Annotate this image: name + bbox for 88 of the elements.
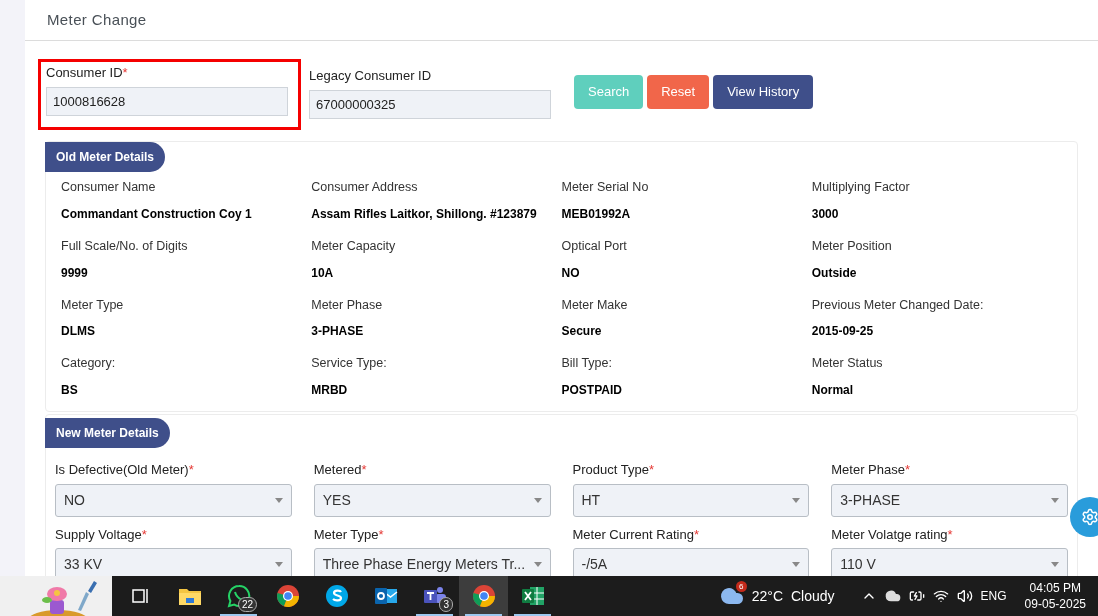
detail-label: Previous Meter Changed Date: <box>811 296 985 314</box>
folder-icon <box>177 586 202 606</box>
browser-icon <box>471 584 496 608</box>
chat-bubble-icon <box>226 584 251 608</box>
weather-temperature: 22°C <box>751 586 783 606</box>
detail-value: Normal <box>811 382 855 399</box>
text-field[interactable]: 67000000325 <box>309 89 551 119</box>
detail-label: Service Type: <box>311 355 388 373</box>
detail-value: 10A <box>311 264 335 282</box>
detail-value: MRBD <box>311 382 349 399</box>
detail-label: Meter Make <box>561 296 629 314</box>
speaker-icon[interactable] <box>956 588 973 604</box>
field-label: Product Type* <box>572 461 655 479</box>
detail-label: Category: <box>61 355 117 373</box>
taskbar-app[interactable] <box>459 576 508 616</box>
detail-value: 3000 <box>811 205 840 223</box>
detail-value: POSTPAID <box>561 382 623 399</box>
caret-icon <box>792 497 801 503</box>
detail-label: Consumer Name <box>61 179 157 196</box>
settings-button[interactable] <box>1070 497 1098 537</box>
select-field[interactable]: HT <box>572 483 810 517</box>
field-label: Meter Volatge rating* <box>831 525 954 544</box>
caret-icon <box>274 497 283 503</box>
select-field[interactable]: YES <box>313 483 551 517</box>
gear-icon <box>1081 508 1098 526</box>
caret-icon <box>792 562 801 567</box>
notification-badge: 6 <box>735 581 747 592</box>
select-field[interactable]: NO <box>55 483 292 517</box>
caret-icon <box>533 562 542 567</box>
detail-label: Meter Position <box>811 237 893 255</box>
detail-label: Consumer Address <box>311 179 419 196</box>
history-button[interactable]: View History <box>713 75 814 109</box>
page-title: Meter Change <box>47 9 147 30</box>
browser-icon <box>275 584 300 608</box>
section-heading: New Meter Details <box>45 418 170 448</box>
text-field[interactable]: 1000816628 <box>46 86 288 116</box>
detail-label: Optical Port <box>561 237 628 255</box>
detail-value: 9999 <box>61 264 89 282</box>
detail-label: Meter Serial No <box>561 179 650 196</box>
detail-value: Commandant Construction Coy 1 <box>61 205 253 223</box>
detail-value: Secure <box>561 323 603 341</box>
field-label: Meter Current Rating* <box>572 525 700 544</box>
select-field[interactable]: 33 KV <box>55 548 292 576</box>
section-heading: Old Meter Details <box>45 142 166 172</box>
caret-icon <box>1051 497 1059 503</box>
clock-time[interactable]: 04:05 PM <box>1029 580 1081 596</box>
select-field[interactable]: -/5A <box>572 548 810 576</box>
field-label: Consumer ID* <box>46 64 129 82</box>
battery-icon[interactable] <box>908 588 925 604</box>
cloud-icon[interactable] <box>884 588 901 604</box>
detail-value: 2015-09-25 <box>811 323 875 341</box>
detail-value: NO <box>561 264 581 282</box>
select-field[interactable]: Three Phase Energy Meters Tr... <box>313 548 551 576</box>
detail-label: Meter Phase <box>311 296 384 314</box>
select-field[interactable]: 110 V <box>831 548 1068 576</box>
detail-value: 3-PHASE <box>311 323 365 341</box>
spreadsheet-icon <box>520 584 545 608</box>
caret-icon <box>1051 562 1059 567</box>
detail-label: Full Scale/No. of Digits <box>61 237 189 255</box>
caret-icon <box>533 497 542 503</box>
clock-date[interactable]: 09-05-2025 <box>1024 596 1086 612</box>
field-label: Metered* <box>313 461 368 479</box>
weather-condition: Cloudy <box>791 586 835 606</box>
caret-icon <box>274 562 283 567</box>
wifi-icon[interactable] <box>932 588 949 604</box>
field-label: Supply Voltage* <box>55 525 148 544</box>
detail-label: Multiplying Factor <box>811 179 911 196</box>
task-view-icon <box>130 587 151 605</box>
select-field[interactable]: 3-PHASE <box>831 483 1068 517</box>
taskbar-app[interactable]: 3 <box>410 576 459 616</box>
field-label: Meter Type* <box>313 525 385 544</box>
detail-label: Meter Type <box>61 296 125 314</box>
taskbar-app[interactable]: 22 <box>214 576 263 616</box>
s-logo-icon <box>324 584 349 608</box>
notification-badge: 22 <box>237 597 257 612</box>
detail-label: Meter Status <box>811 355 884 373</box>
detail-label: Bill Type: <box>561 355 613 373</box>
detail-value: BS <box>61 382 79 399</box>
field-label: Meter Phase* <box>831 461 911 479</box>
detail-label: Meter Capacity <box>311 237 397 255</box>
detail-value: DLMS <box>61 323 96 341</box>
detail-value: Assam Rifles Laitkor, Shillong. #123879 <box>311 205 538 223</box>
detail-value: MEB01992A <box>561 205 632 223</box>
notification-badge: 3 <box>439 597 453 612</box>
language-indicator[interactable]: ENG <box>980 587 1007 605</box>
detail-value: Outside <box>811 264 858 282</box>
field-label: Is Defective(Old Meter)* <box>55 461 195 479</box>
field-label: Legacy Consumer ID <box>309 67 433 85</box>
